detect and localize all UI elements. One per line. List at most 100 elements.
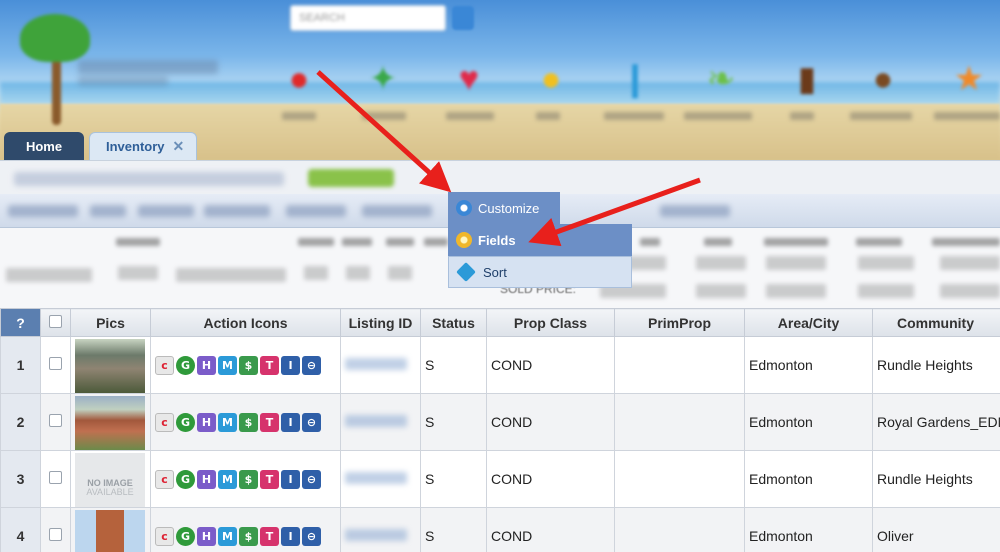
menu-item-fields[interactable]: Fields — [448, 224, 632, 256]
print-icon[interactable]: c — [155, 412, 174, 432]
no-image-placeholder: NO IMAGE AVAILABLE — [75, 453, 145, 507]
refresh-icon[interactable]: G — [176, 469, 195, 489]
prop-class-cell: COND — [486, 507, 615, 552]
menu-item-sort[interactable]: Sort — [448, 256, 632, 288]
nav-apple-icon[interactable]: ● — [276, 54, 322, 104]
inventory-grid: ? Pics Action Icons Listing ID Status Pr… — [0, 308, 1000, 552]
map-icon[interactable]: M — [218, 412, 237, 432]
nav-flipflops-icon[interactable]: ❧ — [698, 54, 744, 104]
row-checkbox[interactable] — [40, 336, 71, 394]
community-cell: Rundle Heights — [872, 450, 1000, 508]
criteria-bar — [0, 160, 1000, 194]
nav-surfboard-icon[interactable]: ❙ — [612, 54, 658, 104]
column-header-area-city[interactable]: Area/City — [744, 308, 873, 337]
dollar-icon[interactable]: $ — [239, 412, 258, 432]
info-icon[interactable]: I — [281, 526, 300, 546]
column-header-pics[interactable]: Pics — [70, 308, 151, 337]
tax-icon[interactable]: T — [260, 526, 279, 546]
print-icon[interactable]: c — [155, 526, 174, 546]
menu-item-customize[interactable]: Customize — [448, 192, 560, 224]
listing-id-blurred[interactable] — [340, 507, 421, 552]
column-header-action-icons[interactable]: Action Icons — [150, 308, 341, 337]
nav-popsicle-icon[interactable]: ▮ — [784, 54, 830, 104]
listing-photo[interactable] — [70, 507, 151, 552]
row-checkbox[interactable] — [40, 393, 71, 451]
search-input[interactable]: SEARCH — [290, 5, 446, 31]
toolbar-item-blurred[interactable] — [138, 205, 194, 217]
nav-heart-icon[interactable]: ♥ — [446, 54, 492, 104]
row-checkbox[interactable] — [40, 507, 71, 552]
gear-icon — [456, 200, 472, 216]
map-icon[interactable]: M — [218, 355, 237, 375]
criteria-button-blurred[interactable] — [308, 169, 394, 187]
history-icon[interactable]: H — [197, 355, 216, 375]
toolbar-item-blurred[interactable] — [204, 205, 270, 217]
area-city-cell: Edmonton — [744, 336, 873, 394]
refresh-icon[interactable]: G — [176, 526, 195, 546]
table-row[interactable]: 3 NO IMAGE AVAILABLE c G H M $ T I ⊖ S C… — [0, 450, 1000, 508]
listing-id-blurred[interactable] — [340, 393, 421, 451]
action-icons-cell: c G H M $ T I ⊖ — [150, 336, 341, 394]
print-icon[interactable]: c — [155, 355, 174, 375]
toolbar-item-blurred[interactable] — [8, 205, 78, 217]
toolbar-item-blurred[interactable] — [362, 205, 432, 217]
row-number: 4 — [0, 507, 41, 552]
history-icon[interactable]: H — [197, 526, 216, 546]
close-icon[interactable]: ✕ — [173, 138, 185, 155]
column-header-primprop[interactable]: PrimProp — [614, 308, 745, 337]
table-row[interactable]: 4 c G H M $ T I ⊖ S COND Edmonton Oliver — [0, 507, 1000, 552]
map-icon[interactable]: M — [218, 469, 237, 489]
community-cell: Royal Gardens_EDMO — [872, 393, 1000, 451]
tab-inventory[interactable]: Inventory ✕ — [89, 132, 197, 160]
tax-icon[interactable]: T — [260, 412, 279, 432]
map-icon[interactable]: M — [218, 526, 237, 546]
dollar-icon[interactable]: $ — [239, 526, 258, 546]
listing-photo[interactable] — [70, 336, 151, 394]
remove-icon[interactable]: ⊖ — [302, 526, 321, 546]
tab-home[interactable]: Home — [4, 132, 84, 160]
nav-starfish-icon[interactable]: ★ — [946, 54, 992, 104]
remove-icon[interactable]: ⊖ — [302, 355, 321, 375]
history-icon[interactable]: H — [197, 412, 216, 432]
listing-id-blurred[interactable] — [340, 450, 421, 508]
info-icon[interactable]: I — [281, 412, 300, 432]
tax-icon[interactable]: T — [260, 469, 279, 489]
listing-id-blurred[interactable] — [340, 336, 421, 394]
prop-class-cell: COND — [486, 450, 615, 508]
listing-photo[interactable] — [70, 393, 151, 451]
remove-icon[interactable]: ⊖ — [302, 412, 321, 432]
row-checkbox[interactable] — [40, 450, 71, 508]
action-icons-cell: c G H M $ T I ⊖ — [150, 450, 341, 508]
column-header-community[interactable]: Community — [872, 308, 1000, 337]
toolbar-dropdown-menu: Customize Fields Sort — [448, 192, 632, 288]
table-row[interactable]: 1 c G H M $ T I ⊖ S COND Edmonton Rundle… — [0, 336, 1000, 394]
nav-coconut-icon[interactable]: ● — [860, 54, 906, 104]
status-cell: S — [420, 450, 487, 508]
print-icon[interactable]: c — [155, 469, 174, 489]
nav-sun-icon[interactable]: ● — [528, 54, 574, 104]
info-icon[interactable]: I — [281, 355, 300, 375]
action-icons-cell: c G H M $ T I ⊖ — [150, 393, 341, 451]
history-icon[interactable]: H — [197, 469, 216, 489]
info-icon[interactable]: I — [281, 469, 300, 489]
listing-photo[interactable]: NO IMAGE AVAILABLE — [70, 450, 151, 508]
nav-palm-icon[interactable]: ✦ — [360, 54, 406, 104]
tax-icon[interactable]: T — [260, 355, 279, 375]
column-header-listing-id[interactable]: Listing ID — [340, 308, 421, 337]
search-button[interactable] — [452, 6, 474, 30]
remove-icon[interactable]: ⊖ — [302, 469, 321, 489]
toolbar-item-blurred[interactable] — [660, 205, 730, 217]
select-all-checkbox[interactable] — [40, 308, 71, 337]
refresh-icon[interactable]: G — [176, 412, 195, 432]
toolbar-item-blurred[interactable] — [90, 205, 126, 217]
status-cell: S — [420, 336, 487, 394]
primprop-cell — [614, 393, 745, 451]
column-header-prop-class[interactable]: Prop Class — [486, 308, 615, 337]
grid-help-icon[interactable]: ? — [0, 308, 41, 337]
column-header-status[interactable]: Status — [420, 308, 487, 337]
refresh-icon[interactable]: G — [176, 355, 195, 375]
toolbar-item-blurred[interactable] — [286, 205, 346, 217]
dollar-icon[interactable]: $ — [239, 469, 258, 489]
table-row[interactable]: 2 c G H M $ T I ⊖ S COND Edmonton Royal … — [0, 393, 1000, 451]
dollar-icon[interactable]: $ — [239, 355, 258, 375]
